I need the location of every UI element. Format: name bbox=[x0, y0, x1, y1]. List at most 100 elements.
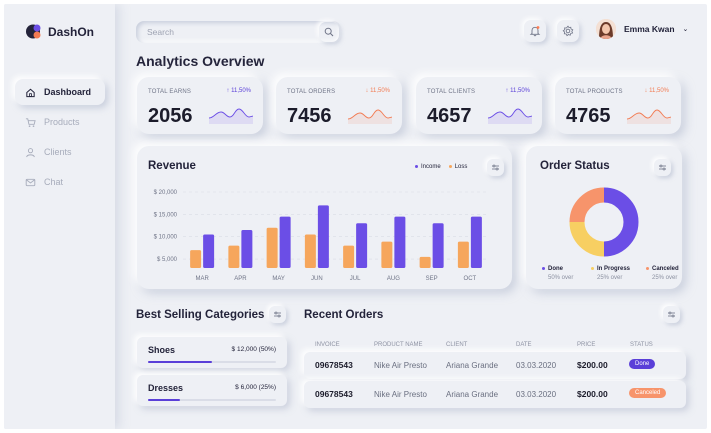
column-header-product: PRODUCT NAME bbox=[374, 342, 423, 348]
legend-sub: 25% over bbox=[652, 275, 678, 281]
invoice-cell: 09678543 bbox=[315, 360, 353, 370]
y-tick-label: $ 20,000 bbox=[154, 190, 178, 196]
stat-trend: ↓ 11,50% bbox=[365, 88, 390, 94]
search-button[interactable] bbox=[319, 22, 339, 42]
bar-loss bbox=[343, 245, 355, 268]
recent-orders-title: Recent Orders bbox=[304, 309, 384, 321]
category-progress-track bbox=[148, 399, 276, 401]
order-status-donut bbox=[569, 187, 639, 257]
best-selling-filter-button[interactable] bbox=[269, 306, 286, 323]
category-item-dresses[interactable]: Dresses $ 6,000 (25%) bbox=[137, 375, 287, 406]
table-row[interactable]: 09678543 Nike Air Presto Ariana Grande 0… bbox=[304, 381, 686, 408]
bar-loss bbox=[190, 250, 202, 268]
invoice-cell: 09678543 bbox=[315, 389, 353, 399]
status-badge: Canceled bbox=[629, 388, 667, 398]
sidebar: DashOn Dashboard Products Clients Chat bbox=[4, 4, 115, 429]
category-progress-fill bbox=[148, 361, 212, 363]
app-frame: DashOn Dashboard Products Clients Chat S… bbox=[4, 4, 707, 429]
notifications-button[interactable] bbox=[524, 20, 546, 42]
bar-loss bbox=[419, 256, 431, 268]
table-row[interactable]: 09678543 Nike Air Presto Ariana Grande 0… bbox=[304, 352, 686, 379]
column-header-client: CLIENT bbox=[446, 342, 468, 348]
order-status-filter-button[interactable] bbox=[654, 159, 671, 176]
y-tick-label: $ 5,000 bbox=[157, 257, 178, 263]
legend-sub: 50% over bbox=[548, 275, 574, 281]
donut-segment bbox=[603, 187, 639, 257]
legend-loss: Loss bbox=[448, 164, 468, 170]
bar-loss bbox=[228, 245, 240, 268]
bell-icon bbox=[529, 26, 541, 37]
sidebar-item-dashboard[interactable]: Dashboard bbox=[15, 79, 105, 105]
category-item-shoes[interactable]: Shoes $ 12,000 (50%) bbox=[137, 337, 287, 368]
stat-card-orders: TOTAL ORDERS ↓ 11,50% 7456 bbox=[276, 77, 402, 134]
recent-orders-filter-button[interactable] bbox=[663, 306, 680, 323]
sidebar-item-label: Clients bbox=[44, 147, 72, 157]
order-status-title: Order Status bbox=[540, 160, 610, 172]
legend-loss-label: Loss bbox=[454, 164, 468, 170]
stat-trend: ↑ 11,50% bbox=[226, 88, 251, 94]
x-tick-label: APR bbox=[234, 276, 247, 282]
user-name: Emma Kwan bbox=[624, 24, 675, 34]
category-value: $ 6,000 (25%) bbox=[235, 384, 276, 391]
user-icon bbox=[26, 147, 35, 157]
donut-segment bbox=[569, 187, 605, 223]
cart-icon bbox=[25, 117, 36, 127]
column-header-status: STATUS bbox=[630, 342, 653, 348]
logo[interactable]: DashOn bbox=[26, 23, 94, 40]
x-tick-label: SEP bbox=[426, 276, 438, 282]
stat-trend: ↑ 11,50% bbox=[505, 88, 530, 94]
stat-value: 4765 bbox=[566, 105, 611, 127]
legend-label: Done bbox=[548, 266, 563, 272]
x-tick-label: JUN bbox=[311, 276, 323, 282]
revenue-chart: $ 20,000 $ 15,000 $ 10,000 $ 5,000 MAR APR MAY… bbox=[154, 190, 489, 282]
search-input[interactable] bbox=[136, 21, 306, 43]
x-tick-label: JUL bbox=[350, 276, 361, 282]
search-bar bbox=[136, 21, 341, 43]
sidebar-item-label: Products bbox=[44, 117, 80, 127]
y-tick-label: $ 10,000 bbox=[154, 235, 178, 241]
date-cell: 03.03.2020 bbox=[516, 390, 557, 399]
bar-income bbox=[241, 230, 253, 268]
logo-icon bbox=[26, 24, 41, 39]
y-tick-label: $ 15,000 bbox=[154, 212, 178, 218]
category-progress-track bbox=[148, 361, 276, 363]
avatar bbox=[596, 19, 616, 39]
product-cell: Nike Air Presto bbox=[374, 361, 427, 370]
column-header-date: DATE bbox=[516, 342, 532, 348]
sidebar-item-label: Dashboard bbox=[44, 87, 92, 97]
best-selling-title: Best Selling Categories bbox=[136, 309, 265, 321]
user-profile[interactable]: Emma Kwan ⌄ bbox=[596, 19, 688, 39]
category-progress-fill bbox=[148, 399, 180, 401]
legend-dot bbox=[646, 266, 649, 270]
client-cell: Ariana Grande bbox=[446, 390, 499, 399]
x-tick-label: MAY bbox=[272, 276, 285, 282]
chevron-down-icon[interactable]: ⌄ bbox=[683, 25, 689, 33]
order-status-card: Order Status Done 50% over In Progress 25% … bbox=[526, 146, 682, 289]
client-cell: Ariana Grande bbox=[446, 361, 499, 370]
product-cell: Nike Air Presto bbox=[374, 390, 427, 399]
stat-label: TOTAL CLIENTS bbox=[427, 89, 476, 95]
revenue-filter-button[interactable] bbox=[487, 159, 504, 176]
bar-income bbox=[470, 216, 482, 268]
sparkline-chart bbox=[348, 109, 392, 124]
legend-dot bbox=[542, 266, 545, 270]
category-name: Shoes bbox=[148, 345, 176, 355]
legend-label: Canceled bbox=[652, 266, 679, 272]
revenue-title: Revenue bbox=[148, 160, 196, 172]
x-tick-label: OCT bbox=[464, 276, 477, 282]
settings-button[interactable] bbox=[557, 20, 579, 42]
sparkline-chart bbox=[627, 109, 671, 124]
sidebar-item-clients[interactable]: Clients bbox=[15, 139, 105, 165]
sidebar-item-label: Chat bbox=[44, 177, 64, 187]
sidebar-item-chat[interactable]: Chat bbox=[15, 169, 105, 195]
bar-income bbox=[432, 223, 444, 268]
column-header-invoice: INVOICE bbox=[315, 342, 340, 348]
bar-income bbox=[279, 216, 291, 268]
revenue-legend: Income Loss bbox=[415, 164, 467, 170]
sidebar-item-products[interactable]: Products bbox=[15, 109, 105, 135]
legend-label: In Progress bbox=[597, 266, 631, 272]
price-cell: $200.00 bbox=[577, 360, 608, 370]
mail-icon bbox=[25, 178, 36, 186]
bar-loss bbox=[266, 227, 278, 268]
sliders-icon bbox=[492, 164, 499, 171]
